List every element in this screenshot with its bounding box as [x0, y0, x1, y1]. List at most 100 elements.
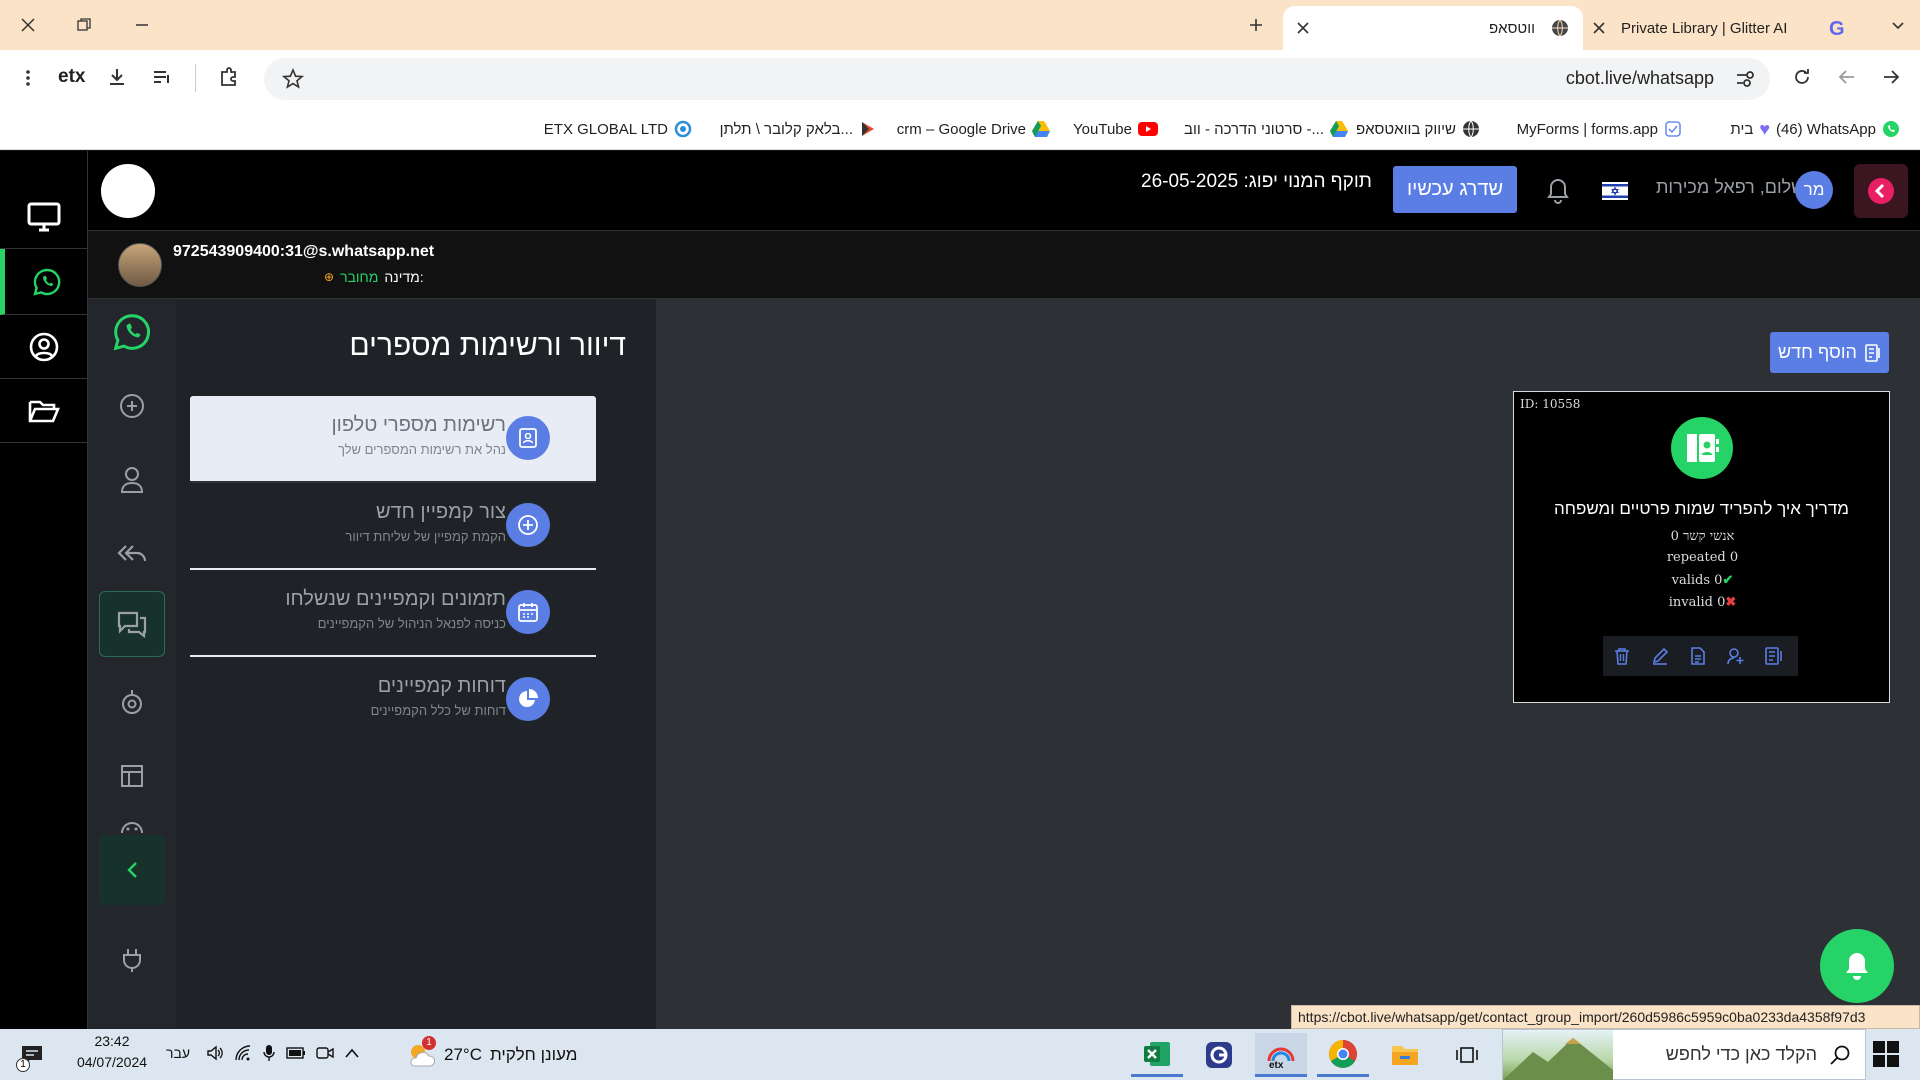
edit-pencil-icon[interactable] — [1641, 636, 1679, 676]
collapse-header-button[interactable] — [1854, 164, 1908, 218]
etx-app-icon[interactable]: etx — [1255, 1033, 1307, 1077]
wifi-icon[interactable] — [234, 1044, 252, 1062]
menu-phone-lists[interactable]: רשימות מספרי טלפון נהל את רשימות המספרים… — [190, 396, 596, 483]
account-avatar — [118, 243, 162, 287]
microphone-icon[interactable] — [262, 1044, 276, 1062]
side-layout[interactable] — [99, 743, 165, 809]
back-icon[interactable] — [1880, 66, 1902, 88]
notification-center-icon[interactable]: 1 — [16, 1043, 46, 1072]
menu-kebab-icon[interactable] — [18, 68, 38, 88]
tab-close-icon[interactable] — [1593, 22, 1605, 34]
weather-widget[interactable]: 1 27°C מעונן חלקית — [406, 1036, 596, 1071]
minimize-window-icon[interactable] — [124, 10, 160, 40]
menu-campaign-reports[interactable]: דוחות קמפיינים דוחות של כלל הקמפיינים — [190, 657, 596, 744]
bookmark-label: YouTube — [1073, 120, 1132, 138]
document-icon[interactable] — [1679, 636, 1717, 676]
app-header: תוקף המנוי יפוג: 26-05-2025 שדרג עכשיו ש… — [88, 151, 1920, 231]
tab-search-chevron-icon[interactable] — [1880, 10, 1916, 40]
forward-icon[interactable] — [1836, 66, 1858, 88]
bookmark-whatsapp[interactable]: (46) WhatsApp — [1776, 108, 1900, 150]
menu-item-title: דוחות קמפיינים — [377, 675, 506, 697]
menu-scheduled-campaigns[interactable]: תזמונים וקמפיינים שנשלחו כניסה לפנאל הני… — [190, 570, 596, 657]
chrome-app-icon[interactable] — [1317, 1033, 1369, 1077]
add-new-label: הוסף חדש — [1778, 342, 1857, 362]
etx-extension-icon[interactable]: etx — [58, 66, 85, 88]
bookmark-whatsapp-marketing[interactable]: שיווק בוואטסאפ — [1356, 108, 1480, 150]
download-icon[interactable] — [106, 66, 128, 88]
floating-notification-button[interactable] — [1820, 929, 1894, 1003]
language-indicator[interactable]: עבר — [166, 1045, 190, 1061]
reload-icon[interactable] — [1791, 66, 1813, 88]
menu-item-subtitle: הקמת קמפיין של שליחת דיוור — [345, 529, 506, 544]
import-list-icon[interactable] — [1755, 636, 1793, 676]
clock[interactable]: 23:42 04/07/2024 — [68, 1033, 156, 1070]
restore-window-icon[interactable] — [66, 10, 102, 40]
israel-flag-icon[interactable] — [1602, 182, 1628, 200]
side-bot[interactable] — [99, 669, 165, 735]
toolbar-divider — [195, 64, 196, 92]
file-explorer-icon[interactable] — [1379, 1033, 1431, 1077]
rail-desktop[interactable] — [0, 185, 88, 249]
extensions-icon[interactable] — [218, 66, 240, 88]
side-reply-all[interactable] — [99, 521, 165, 587]
bookmark-crm-drive[interactable]: crm – Google Drive — [897, 108, 1050, 150]
tab-close-icon[interactable] — [1297, 22, 1309, 34]
card-contacts: 0 אנשי קשר — [1670, 529, 1735, 544]
glitter-app-icon[interactable] — [1193, 1033, 1245, 1077]
card-invalid-text: invalid 0 — [1668, 595, 1726, 610]
trash-icon[interactable] — [1603, 636, 1641, 676]
bell-icon[interactable] — [1546, 177, 1570, 205]
speaker-icon[interactable] — [206, 1044, 224, 1062]
menu-new-campaign[interactable]: צור קמפיין חדש הקמת קמפיין של שליחת דיוו… — [190, 483, 596, 570]
avatar[interactable]: מר — [1795, 171, 1833, 209]
tab-whatsapp[interactable]: ווטסאפ — [1283, 6, 1583, 50]
weather-temp: 27°C — [444, 1045, 482, 1064]
bookmark-myforms[interactable]: MyForms | forms.app — [1517, 108, 1682, 150]
meet-now-icon[interactable] — [316, 1045, 334, 1061]
bookmark-star-icon[interactable] — [282, 68, 304, 90]
side-plugin[interactable] — [99, 927, 165, 993]
playlist-icon[interactable] — [151, 66, 173, 88]
address-bar[interactable]: cbot.live/whatsapp — [264, 58, 1770, 100]
glitter-logo-icon: G — [1829, 18, 1845, 40]
globe-icon — [1551, 19, 1569, 37]
taskbar-search-box[interactable]: הקלד כאן כדי לחפש — [1502, 1029, 1866, 1080]
plan-expiry-date: 26-05-2025 — [1141, 171, 1239, 192]
close-window-icon[interactable] — [10, 10, 46, 40]
plus-circle-icon — [119, 393, 145, 419]
excel-app-icon[interactable] — [1131, 1033, 1183, 1077]
bookmark-home[interactable]: בית ♥ — [1730, 108, 1770, 150]
tab-glitter[interactable]: Private Library | Glitter AI G — [1585, 6, 1855, 50]
side-user[interactable] — [99, 447, 165, 513]
bookmark-training-videos[interactable]: סרטוני הדרכה - ווב -... — [1184, 108, 1348, 150]
bookmark-label: MyForms | forms.app — [1516, 120, 1658, 138]
task-view-icon[interactable] — [1441, 1033, 1493, 1077]
side-add[interactable] — [99, 373, 165, 439]
side-partial-icon[interactable] — [99, 813, 165, 833]
plus-circle-icon — [506, 503, 550, 547]
new-tab-icon[interactable] — [1238, 10, 1274, 40]
add-user-icon[interactable] — [1717, 636, 1755, 676]
section-sidebar — [88, 299, 176, 1029]
folder-open-icon — [28, 398, 60, 424]
bookmark-label: ETX GLOBAL LTD — [543, 120, 668, 138]
bookmark-black-clover[interactable]: בלאק קלובר \ תלתן... — [720, 108, 877, 150]
chevron-up-icon[interactable] — [344, 1047, 360, 1059]
windows-start-icon[interactable] — [1872, 1040, 1900, 1068]
side-campaigns[interactable] — [99, 591, 165, 657]
side-collapse-button[interactable] — [99, 835, 165, 905]
site-settings-icon[interactable] — [1734, 68, 1756, 90]
rail-files[interactable] — [0, 379, 88, 443]
add-new-button[interactable]: הוסף חדש — [1770, 332, 1889, 373]
rail-profile[interactable] — [0, 315, 88, 379]
side-whatsapp[interactable] — [99, 299, 165, 365]
user-greeting: שלום, רפאל מכירות — [1656, 177, 1805, 197]
bookmark-etx-global[interactable]: ETX GLOBAL LTD — [544, 108, 692, 150]
google-drive-icon — [1032, 121, 1050, 137]
whatsapp-icon — [32, 268, 61, 296]
rail-whatsapp[interactable] — [0, 249, 88, 315]
upgrade-button[interactable]: שדרג עכשיו — [1393, 166, 1517, 213]
bookmark-youtube[interactable]: YouTube — [1073, 108, 1158, 150]
account-bar: 972543909400:31@s.whatsapp.net ⊕ מחובר מ… — [88, 231, 1920, 299]
battery-icon[interactable] — [286, 1046, 306, 1060]
